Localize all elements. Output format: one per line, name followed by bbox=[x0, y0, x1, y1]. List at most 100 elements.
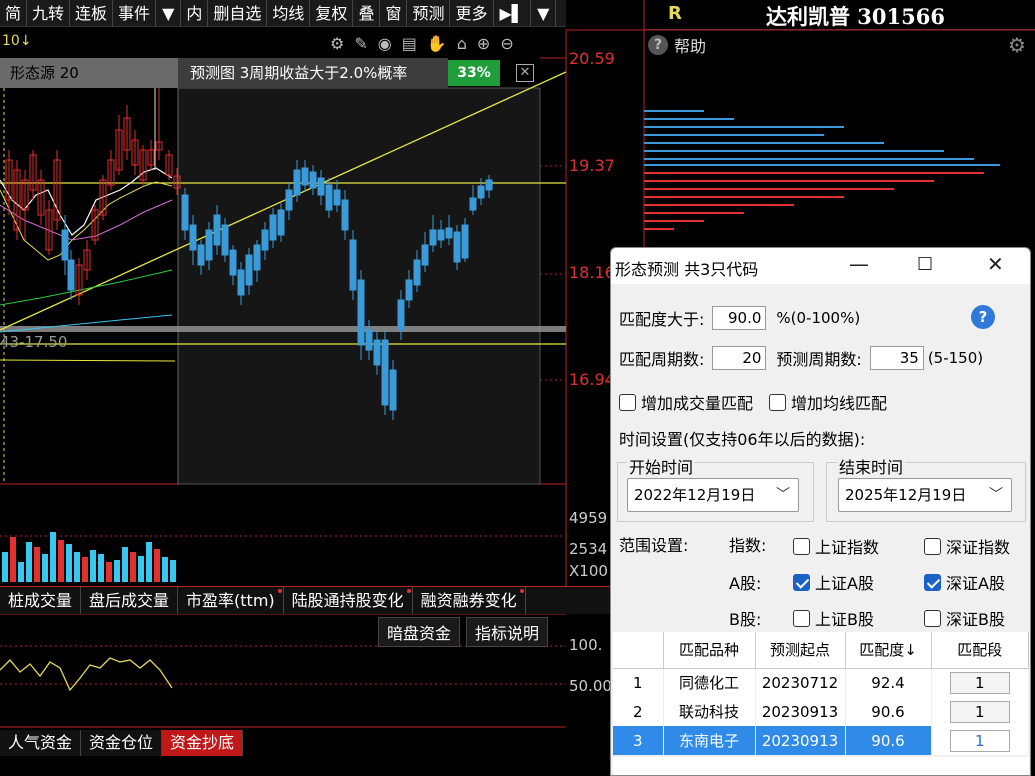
predict-input[interactable]: 35 bbox=[869, 346, 924, 370]
osc-label: 50.00 bbox=[569, 677, 612, 695]
period-input[interactable]: 20 bbox=[712, 346, 767, 370]
volume-bar bbox=[42, 554, 48, 582]
candle-body bbox=[67, 259, 75, 291]
time-label-row: 时间设置(仅支持06年以后的数据): bbox=[619, 426, 865, 450]
volume-bar bbox=[138, 556, 144, 582]
volume-bar bbox=[26, 542, 32, 582]
table-row[interactable]: 2 联动科技 20230913 90.6 1 bbox=[613, 697, 1029, 726]
candle-body bbox=[389, 369, 397, 411]
prediction-label: 预测图 3周期收益大于2.0%概率 bbox=[178, 58, 448, 88]
sh-a-checkbox[interactable] bbox=[793, 573, 810, 591]
candle-body bbox=[285, 189, 293, 211]
a-share-label: A股: bbox=[729, 574, 762, 593]
volume-bar bbox=[122, 547, 128, 582]
tab-popular-funds[interactable]: 人气资金 bbox=[0, 730, 82, 756]
match-row: 匹配度大于: 90.0 %(0-100%) bbox=[619, 306, 860, 330]
table-row[interactable]: 1 同德化工 20230712 92.4 1 bbox=[613, 668, 1029, 697]
row-index: 2 bbox=[613, 697, 664, 726]
sh-a-option[interactable]: 上证A股 bbox=[793, 570, 874, 594]
volume-match-checkbox[interactable] bbox=[619, 393, 636, 411]
end-date-select[interactable]: 2025年12月19日 ﹀ bbox=[838, 478, 1012, 512]
indicator-help-button[interactable]: 指标说明 bbox=[466, 617, 549, 647]
minimize-icon[interactable]: — bbox=[849, 252, 869, 276]
ma-match-checkbox[interactable] bbox=[769, 393, 787, 411]
sz-b-label[interactable]: 深证B股 bbox=[946, 606, 1005, 630]
indicator-tabs: 桩成交量 盘后成交量 市盈率(ttm) 陆股通持股变化 融资融券变化 bbox=[0, 586, 610, 614]
dark-pool-button[interactable]: 暗盘资金 bbox=[378, 617, 461, 647]
start-date-value: 2022年12月19日 bbox=[634, 486, 756, 504]
tab-label: 陆股通持股变化 bbox=[291, 591, 404, 610]
oscillator-line bbox=[0, 657, 173, 692]
bottom-tabs: 人气资金 资金仓位 资金抄底 bbox=[0, 730, 244, 756]
candle-body bbox=[61, 229, 69, 261]
tab-fund-position[interactable]: 资金仓位 bbox=[81, 730, 163, 756]
table-row-selected[interactable]: 3 东南电子 20230913 90.6 1 bbox=[613, 726, 1029, 755]
sh-index-checkbox[interactable] bbox=[793, 537, 810, 555]
tab-margin-trading[interactable]: 融资融券变化 bbox=[413, 587, 526, 614]
sz-b-checkbox[interactable] bbox=[924, 609, 941, 627]
match-label: 匹配度大于: bbox=[619, 310, 705, 329]
segment-button[interactable]: 1 bbox=[949, 700, 1010, 723]
predict-range: (5-150) bbox=[927, 349, 984, 367]
pattern-predict-dialog: 形态预测 共3只代码 — ☐ ✕ 匹配度大于: 90.0 %(0-100%) ?… bbox=[610, 247, 1031, 776]
start-date-select[interactable]: 2022年12月19日 ﹀ bbox=[627, 478, 799, 512]
col-start[interactable]: 预测起点 bbox=[755, 632, 846, 669]
sh-index-label[interactable]: 上证指数 bbox=[815, 534, 879, 558]
tab-volume[interactable]: 桩成交量 bbox=[0, 587, 82, 614]
sz-a-checkbox[interactable] bbox=[924, 573, 941, 591]
volume-bar bbox=[98, 554, 104, 582]
candle-body bbox=[357, 279, 365, 346]
candle-body bbox=[269, 214, 277, 241]
tab-northbound-holding[interactable]: 陆股通持股变化 bbox=[284, 587, 413, 614]
volume-bar bbox=[66, 544, 72, 582]
sz-index-checkbox[interactable] bbox=[924, 537, 941, 555]
row-index: 1 bbox=[613, 668, 664, 697]
sz-a-label[interactable]: 深证A股 bbox=[946, 570, 1005, 594]
candle-body bbox=[213, 214, 221, 246]
sz-a-option[interactable]: 深证A股 bbox=[924, 570, 1005, 594]
sh-b-option[interactable]: 上证B股 bbox=[793, 606, 874, 630]
col-name[interactable]: 匹配品种 bbox=[663, 632, 756, 669]
help-icon[interactable]: ? bbox=[971, 305, 995, 329]
sz-index-label[interactable]: 深证指数 bbox=[946, 534, 1010, 558]
tab-after-hours-volume[interactable]: 盘后成交量 bbox=[81, 587, 179, 614]
sh-a-label[interactable]: 上证A股 bbox=[815, 570, 874, 594]
close-icon[interactable]: ✕ bbox=[516, 64, 534, 82]
match-input[interactable]: 90.0 bbox=[712, 306, 767, 330]
segment-button[interactable]: 1 bbox=[949, 729, 1010, 752]
volume-label: 4959 bbox=[569, 509, 608, 527]
candle-body bbox=[461, 224, 469, 259]
segment-button[interactable]: 1 bbox=[949, 671, 1010, 694]
maximize-icon[interactable]: ☐ bbox=[917, 254, 933, 275]
volume-match-label[interactable]: 增加成交量匹配 bbox=[641, 390, 753, 414]
candle-body bbox=[485, 179, 493, 191]
sh-b-label[interactable]: 上证B股 bbox=[815, 606, 874, 630]
candle-body bbox=[189, 224, 197, 251]
tab-pe-ttm[interactable]: 市盈率(ttm) bbox=[178, 587, 284, 614]
volume-bar bbox=[170, 560, 176, 582]
col-segment[interactable]: 匹配段 bbox=[931, 632, 1029, 669]
close-icon[interactable]: ✕ bbox=[987, 252, 1004, 276]
period-row: 匹配周期数: 20 预测周期数: 35 (5-150) bbox=[619, 346, 983, 370]
candle-body bbox=[229, 249, 237, 276]
sh-index-option[interactable]: 上证指数 bbox=[793, 534, 879, 558]
sz-index-option[interactable]: 深证指数 bbox=[924, 534, 1010, 558]
row-match: 92.4 bbox=[845, 668, 932, 697]
row-start: 20230913 bbox=[755, 726, 846, 755]
dialog-titlebar: 形态预测 共3只代码 — ☐ ✕ bbox=[611, 248, 1030, 284]
volume-bar bbox=[106, 562, 112, 582]
col-match[interactable]: 匹配度↓ bbox=[845, 632, 932, 669]
volume-label: X100 bbox=[569, 562, 608, 580]
predict-label: 预测周期数: bbox=[776, 350, 862, 369]
sh-b-checkbox[interactable] bbox=[793, 609, 810, 627]
pattern-source-label: 形态源 20 bbox=[0, 58, 178, 88]
ma-match-label[interactable]: 增加均线匹配 bbox=[791, 390, 887, 414]
candle-body bbox=[197, 244, 205, 266]
volume-label: 2534 bbox=[569, 540, 608, 558]
candle-body bbox=[445, 227, 453, 239]
row-match: 90.6 bbox=[845, 697, 932, 726]
candle-body bbox=[405, 279, 413, 301]
app-window: 简 九转 连板 事件 ▼ 内 删自选 均线 复权 叠 窗 预测 更多 ▶▌ ▼ … bbox=[0, 0, 1035, 776]
sz-b-option[interactable]: 深证B股 bbox=[924, 606, 1005, 630]
tab-fund-bottom-fishing[interactable]: 资金抄底 bbox=[162, 730, 244, 756]
